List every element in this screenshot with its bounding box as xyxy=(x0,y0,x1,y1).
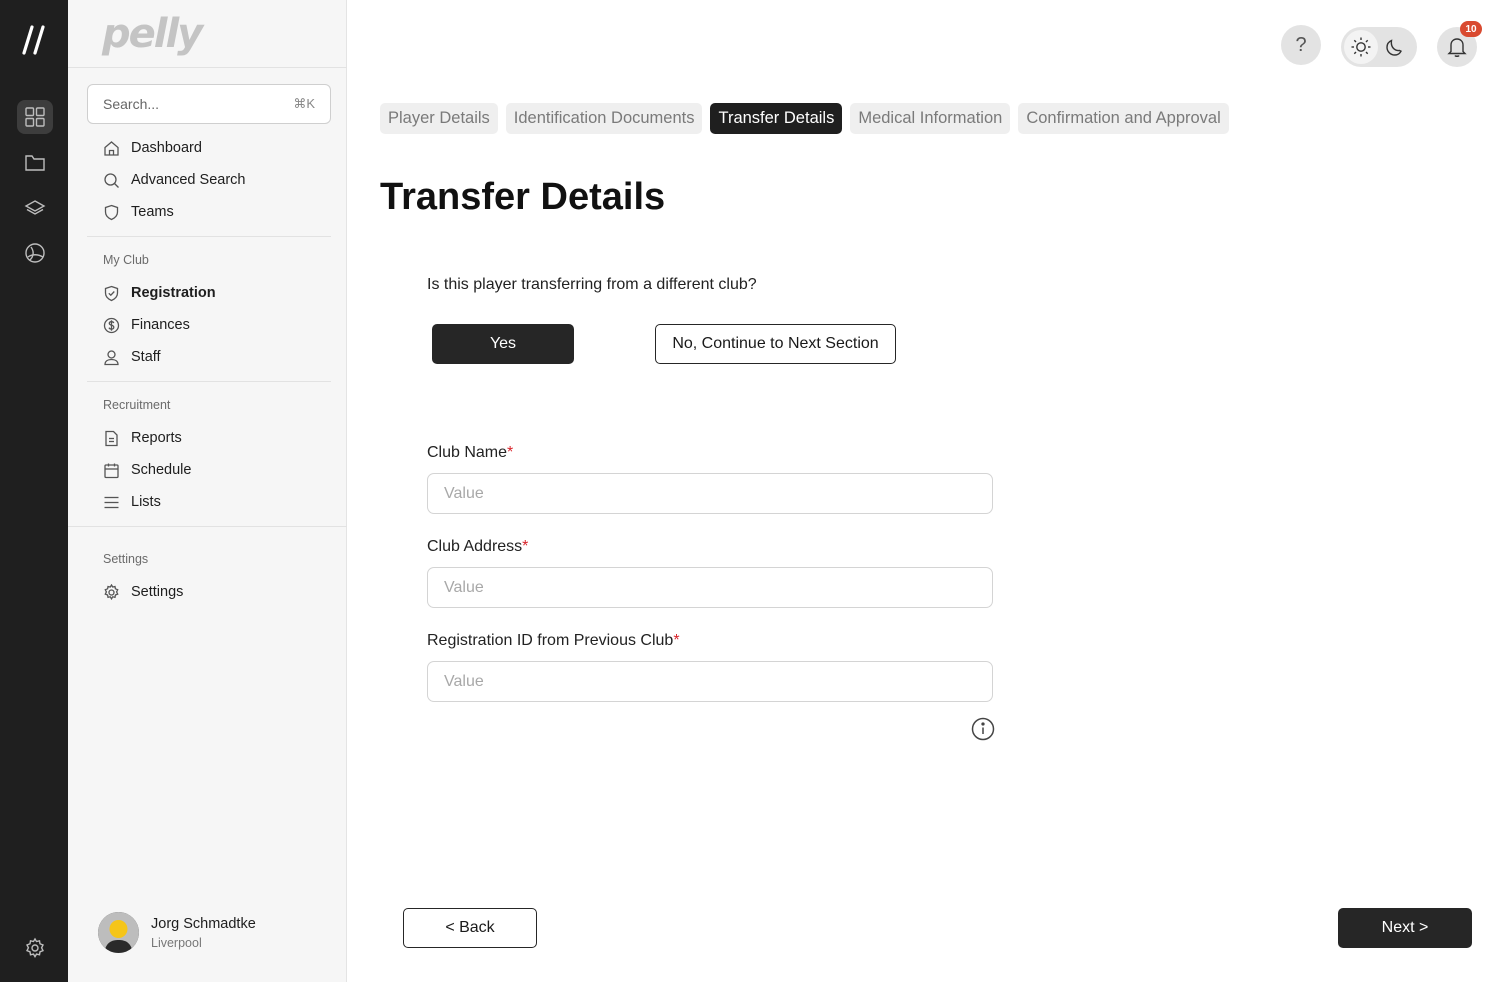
back-button[interactable]: < Back xyxy=(403,908,537,948)
section-label-my-club: My Club xyxy=(103,253,149,267)
tab-player-details[interactable]: Player Details xyxy=(380,103,498,134)
registration-id-label: Registration ID from Previous Club* xyxy=(427,632,680,649)
yes-button[interactable]: Yes xyxy=(432,324,574,364)
sidebar-item-teams[interactable]: Teams xyxy=(102,200,174,224)
search-input[interactable]: Search... ⌘K xyxy=(87,84,331,124)
avatar xyxy=(98,912,139,953)
help-button[interactable]: ? xyxy=(1281,25,1321,65)
info-icon[interactable] xyxy=(971,717,995,741)
tab-confirmation-and-approval[interactable]: Confirmation and Approval xyxy=(1018,103,1229,134)
tab-medical-information[interactable]: Medical Information xyxy=(850,103,1011,134)
settings-gear-icon[interactable] xyxy=(17,931,53,965)
list-icon xyxy=(102,493,120,511)
sidebar-item-schedule[interactable]: Schedule xyxy=(102,458,191,482)
sidebar-item-label: Reports xyxy=(131,430,182,446)
sidebar-item-label: Schedule xyxy=(131,462,192,478)
club-name-input[interactable] xyxy=(427,473,993,514)
sidebar-item-label: Dashboard xyxy=(131,140,202,156)
sidebar-item-registration[interactable]: Registration xyxy=(102,281,216,305)
user-name: Jorg Schmadtke xyxy=(151,915,256,932)
user-profile[interactable]: Jorg Schmadtke Liverpool xyxy=(98,912,256,953)
shield-icon xyxy=(102,203,120,221)
club-address-input[interactable] xyxy=(427,567,993,608)
moon-icon[interactable] xyxy=(1383,35,1407,59)
document-icon xyxy=(102,429,120,447)
club-name-label: Club Name* xyxy=(427,444,514,461)
sidebar-item-label: Lists xyxy=(131,494,161,510)
club-address-label: Club Address* xyxy=(427,538,529,555)
tab-identification-documents[interactable]: Identification Documents xyxy=(505,103,703,134)
search-icon xyxy=(102,171,120,189)
sidebar-item-label: Teams xyxy=(131,204,174,220)
section-label-recruitment: Recruitment xyxy=(103,398,171,412)
sidebar-item-label: Registration xyxy=(131,285,216,301)
grid-icon[interactable] xyxy=(17,100,53,134)
sidebar-item-label: Staff xyxy=(131,349,161,365)
calendar-icon xyxy=(102,461,120,479)
sidebar-item-advanced-search[interactable]: Advanced Search xyxy=(102,168,245,192)
sidebar: pelly Search... ⌘K Dashboard Advanced Se… xyxy=(68,0,347,982)
gear-icon xyxy=(102,583,120,601)
globe-icon[interactable] xyxy=(17,236,53,270)
step-tabs: Player Details Identification Documents … xyxy=(380,103,1229,134)
divider xyxy=(68,526,347,527)
sidebar-item-dashboard[interactable]: Dashboard xyxy=(102,136,202,160)
notification-badge: 10 xyxy=(1460,21,1482,37)
divider xyxy=(68,67,347,68)
sun-icon[interactable] xyxy=(1344,30,1378,64)
user-club: Liverpool xyxy=(151,935,202,950)
search-placeholder: Search... xyxy=(103,96,160,112)
divider xyxy=(87,381,331,382)
logo-slashes-icon[interactable] xyxy=(0,20,68,60)
divider xyxy=(87,236,331,237)
no-continue-button[interactable]: No, Continue to Next Section xyxy=(655,324,896,364)
sidebar-item-label: Finances xyxy=(131,317,190,333)
sidebar-item-finances[interactable]: Finances xyxy=(102,313,190,337)
sidebar-item-settings[interactable]: Settings xyxy=(102,580,183,604)
sidebar-item-label: Advanced Search xyxy=(131,172,246,188)
tab-transfer-details[interactable]: Transfer Details xyxy=(710,103,843,134)
layers-icon[interactable] xyxy=(17,191,53,225)
folder-icon[interactable] xyxy=(17,146,53,180)
brand-logo[interactable]: pelly xyxy=(102,11,203,57)
sidebar-item-label: Settings xyxy=(131,584,184,600)
sidebar-item-lists[interactable]: Lists xyxy=(102,490,161,514)
sidebar-item-reports[interactable]: Reports xyxy=(102,426,182,450)
registration-id-input[interactable] xyxy=(427,661,993,702)
user-icon xyxy=(102,348,120,366)
theme-toggle[interactable] xyxy=(1341,27,1417,67)
next-button[interactable]: Next > xyxy=(1338,908,1472,948)
search-shortcut: ⌘K xyxy=(293,96,315,111)
dollar-circle-icon xyxy=(102,316,120,334)
icon-rail xyxy=(0,0,68,982)
sidebar-item-staff[interactable]: Staff xyxy=(102,345,161,369)
help-label: ? xyxy=(1295,33,1307,56)
transfer-question: Is this player transferring from a diffe… xyxy=(427,276,757,293)
section-label-settings: Settings xyxy=(103,552,149,566)
home-icon xyxy=(102,139,120,157)
page-title: Transfer Details xyxy=(380,176,666,218)
shield-check-icon xyxy=(102,284,120,302)
